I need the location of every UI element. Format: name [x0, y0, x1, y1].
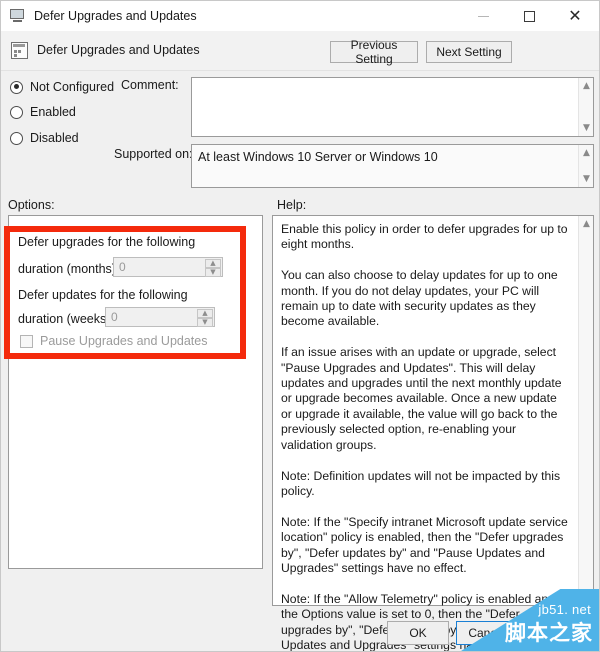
- comment-scrollbar[interactable]: ▲ ▼: [578, 78, 593, 136]
- scroll-up-icon[interactable]: ▲: [579, 146, 594, 160]
- scroll-down-icon[interactable]: ▼: [579, 590, 594, 604]
- supported-on-label: Supported on:: [114, 147, 193, 161]
- scroll-up-icon[interactable]: ▲: [579, 79, 594, 93]
- defer-updates-label-line1: Defer updates for the following: [18, 288, 188, 302]
- scroll-down-icon[interactable]: ▼: [579, 121, 594, 135]
- supported-on-field: At least Windows 10 Server or Windows 10…: [191, 144, 594, 188]
- options-panel: Defer upgrades for the following duratio…: [8, 215, 263, 569]
- radio-label-not-configured: Not Configured: [30, 80, 115, 94]
- stepper-down-icon[interactable]: ▼: [197, 318, 213, 327]
- comment-label: Comment:: [121, 78, 179, 92]
- stepper-up-icon[interactable]: ▲: [197, 309, 213, 318]
- radio-mark-icon: [10, 80, 23, 94]
- supported-on-value: At least Windows 10 Server or Windows 10: [198, 150, 438, 164]
- window-title: Defer Upgrades and Updates: [34, 9, 197, 23]
- apply-button[interactable]: Apply: [525, 621, 587, 645]
- maximize-icon[interactable]: [507, 1, 551, 31]
- comment-input[interactable]: ▲ ▼: [191, 77, 594, 137]
- radio-mark-icon: [10, 131, 23, 145]
- stepper-up-icon[interactable]: ▲: [205, 259, 221, 268]
- defer-upgrades-label-line2: duration (months):: [18, 262, 120, 276]
- options-label: Options:: [8, 198, 55, 212]
- title-bar: Defer Upgrades and Updates ✕: [1, 1, 599, 31]
- stepper-down-icon[interactable]: ▼: [205, 268, 221, 277]
- next-setting-button[interactable]: Next Setting: [426, 41, 512, 63]
- defer-upgrades-months-stepper[interactable]: 0 ▲ ▼: [113, 257, 223, 277]
- setting-name: Defer Upgrades and Updates: [37, 43, 200, 57]
- policy-setting-icon: [11, 42, 28, 59]
- scroll-up-icon[interactable]: ▲: [579, 217, 594, 231]
- defer-updates-weeks-stepper[interactable]: 0 ▲ ▼: [105, 307, 215, 327]
- radio-not-configured[interactable]: Not Configured: [10, 80, 114, 94]
- defer-upgrades-label-line1: Defer upgrades for the following: [18, 235, 196, 249]
- policy-setting-dialog: Defer Upgrades and Updates ✕ Defer Upgra…: [0, 0, 600, 652]
- policy-monitor-icon: [10, 8, 26, 24]
- radio-label-enabled: Enabled: [30, 105, 76, 119]
- close-icon[interactable]: ✕: [553, 1, 597, 31]
- pause-upgrades-checkbox-row[interactable]: Pause Upgrades and Updates: [20, 334, 207, 348]
- radio-disabled[interactable]: Disabled: [10, 131, 79, 145]
- minimize-icon[interactable]: [461, 1, 505, 31]
- scroll-down-icon[interactable]: ▼: [579, 172, 594, 186]
- help-text: Enable this policy in order to defer upg…: [281, 222, 568, 652]
- ok-button[interactable]: OK: [387, 621, 449, 645]
- previous-setting-button[interactable]: Previous Setting: [330, 38, 418, 66]
- radio-enabled[interactable]: Enabled: [10, 105, 76, 119]
- checkbox-icon[interactable]: [20, 334, 33, 348]
- defer-updates-weeks-value: 0: [111, 310, 118, 324]
- radio-mark-icon: [10, 105, 23, 119]
- help-scrollbar[interactable]: ▲ ▼: [578, 216, 593, 605]
- defer-updates-label-line2: duration (weeks):: [18, 312, 114, 326]
- defer-upgrades-months-value: 0: [119, 260, 126, 274]
- supported-scrollbar[interactable]: ▲ ▼: [578, 145, 593, 187]
- cancel-button[interactable]: Cancel: [456, 621, 518, 645]
- help-label: Help:: [277, 198, 307, 212]
- radio-label-disabled: Disabled: [30, 131, 79, 145]
- help-panel: Enable this policy in order to defer upg…: [272, 215, 594, 651]
- pause-upgrades-label: Pause Upgrades and Updates: [40, 334, 208, 348]
